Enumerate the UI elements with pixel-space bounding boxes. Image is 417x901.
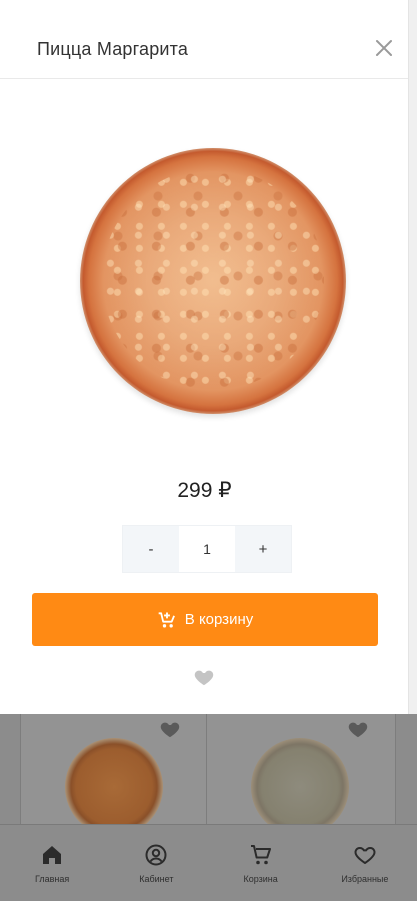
modal-title: Пицца Маргарита (37, 39, 189, 59)
nav-item-home[interactable]: Главная (0, 825, 104, 901)
heart-icon[interactable] (347, 718, 369, 740)
nav-item-favorites[interactable]: Избранные (313, 825, 417, 901)
nav-label: Корзина (243, 874, 278, 884)
quantity-stepper: - 1 + (122, 525, 292, 573)
product-image (80, 148, 346, 414)
heart-icon[interactable] (159, 718, 181, 740)
nav-label: Главная (34, 874, 70, 884)
cart-plus-icon (158, 611, 175, 627)
product-price: 299 ₽ (177, 479, 232, 502)
close-icon[interactable] (372, 36, 396, 60)
nav-label: Кабинет (139, 874, 174, 884)
modal-header: Пицца Маргарита (0, 0, 409, 79)
add-to-cart-label: В корзину (184, 611, 254, 628)
product-image (251, 738, 349, 824)
product-modal: Пицца Маргарита 299 ₽ - 1 + В корзину (0, 0, 409, 714)
cart-icon (250, 845, 271, 865)
account-icon (145, 844, 167, 866)
add-to-cart-button[interactable]: В корзину (32, 593, 378, 646)
product-card[interactable] (206, 714, 396, 824)
bottom-nav: Главная Кабинет Корзина Избранные (0, 824, 417, 901)
product-image (65, 738, 163, 824)
heart-outline-icon (354, 847, 376, 864)
product-grid (0, 714, 417, 824)
increase-button[interactable]: + (235, 526, 291, 572)
heart-icon[interactable] (193, 666, 215, 688)
quantity-value[interactable]: 1 (179, 526, 235, 572)
home-icon (43, 846, 62, 864)
nav-item-account[interactable]: Кабинет (104, 825, 208, 901)
nav-label: Избранные (341, 874, 389, 884)
nav-item-cart[interactable]: Корзина (209, 825, 313, 901)
scrollbar[interactable] (408, 0, 417, 714)
product-card[interactable] (20, 714, 208, 824)
decrease-button[interactable]: - (123, 526, 179, 572)
